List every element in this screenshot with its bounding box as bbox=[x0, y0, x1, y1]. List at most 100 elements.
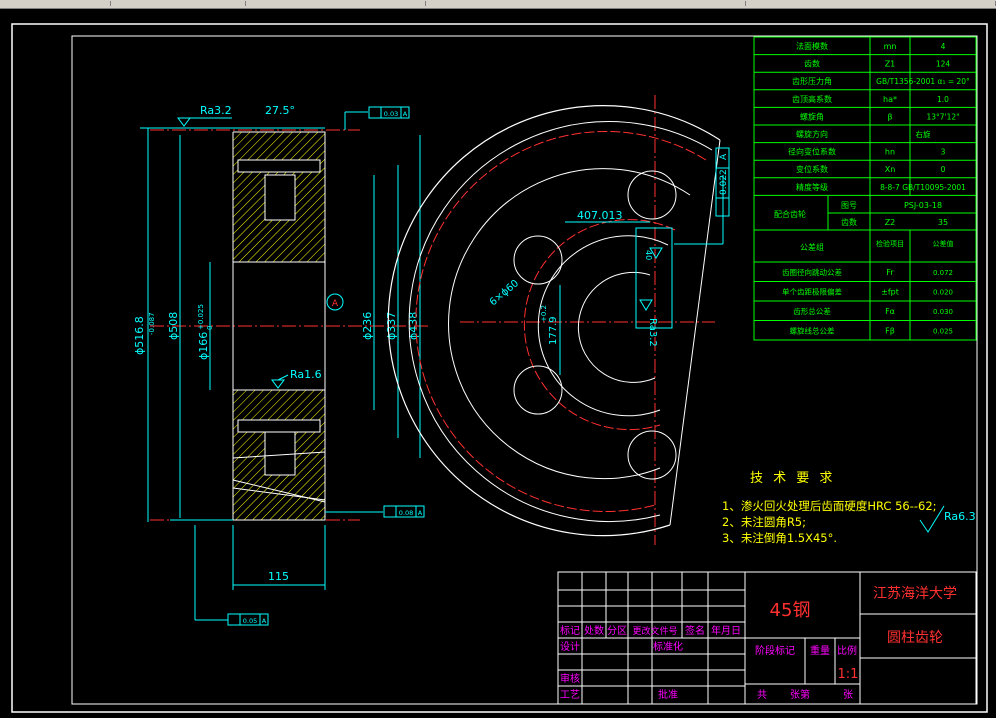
rim-gap-top bbox=[237, 159, 321, 173]
param-symbol: 右旋 bbox=[916, 129, 931, 139]
hole-dim: 6×ϕ60 bbox=[488, 278, 521, 308]
tol-value: 0.020 bbox=[933, 289, 953, 297]
tol-low-datum: A bbox=[262, 617, 267, 625]
stage-label: 阶段标记 bbox=[755, 644, 795, 657]
roughness-mid: Ra1.6 bbox=[290, 368, 322, 381]
param-symbol: 8-8-7 GB/T10095-2001 bbox=[880, 183, 966, 192]
design-label: 设计 bbox=[560, 640, 580, 653]
tol-symbol: Fβ bbox=[885, 327, 895, 336]
sheets-end: 张 bbox=[843, 689, 853, 701]
mate-fig-value: PSJ-03-18 bbox=[904, 201, 942, 210]
mate-teeth-value: 35 bbox=[938, 218, 948, 227]
param-name: 螺旋方向 bbox=[796, 129, 828, 139]
scale-value: 1:1 bbox=[838, 667, 859, 682]
keyway-width: 40 bbox=[644, 250, 653, 260]
tol-name: 螺旋线总公差 bbox=[790, 326, 835, 336]
lightening-hole bbox=[513, 365, 563, 415]
dia-pitch: ϕ508 bbox=[167, 312, 180, 340]
param-symbol: hn bbox=[885, 148, 895, 157]
hdr-sign: 签名 bbox=[685, 624, 705, 637]
approve-label: 批准 bbox=[658, 688, 678, 701]
drawing-sheet[interactable]: A 0.03 A 0.08 A 0.05 A Ra3.2 27.5° Ra1.6… bbox=[0, 0, 996, 718]
hdr-count: 处数 bbox=[584, 624, 604, 637]
mate-fig-label: 图号 bbox=[841, 201, 857, 210]
param-name: 法面模数 bbox=[796, 41, 828, 51]
tol-symbol: Fr bbox=[886, 268, 894, 277]
hdr-date: 年月日 bbox=[711, 624, 741, 637]
keyway-roughness: Ra3.2 bbox=[647, 318, 658, 347]
param-name: 齿顶高系数 bbox=[792, 94, 832, 104]
param-name: 齿数 bbox=[804, 59, 820, 69]
dia-bore-tol2: 0 bbox=[206, 326, 214, 330]
standardize-label: 标准化 bbox=[653, 640, 683, 653]
mate-teeth-symbol: Z2 bbox=[885, 218, 896, 227]
bore-arc bbox=[577, 271, 656, 383]
tol-group-label: 公差组 bbox=[800, 242, 824, 252]
note-line-2: 2、未注圆角R5; bbox=[722, 515, 806, 529]
part-name: 圆柱齿轮 bbox=[887, 630, 943, 646]
param-name: 螺旋角 bbox=[800, 111, 824, 121]
hdr-mark: 标记 bbox=[560, 625, 580, 637]
tol-symbol: Fα bbox=[885, 307, 895, 316]
lightening-hole bbox=[627, 430, 677, 480]
lightening-hole bbox=[513, 235, 563, 285]
dia-236: ϕ236 bbox=[361, 312, 374, 340]
hdr-zone: 分区 bbox=[607, 625, 627, 637]
process-label: 工艺 bbox=[560, 689, 580, 701]
tol-top-value: 0.03 bbox=[384, 110, 398, 118]
section-view: A 0.03 A 0.08 A 0.05 A Ra3.2 27.5° Ra1.6… bbox=[133, 104, 430, 626]
notes-title: 技 术 要 求 bbox=[750, 471, 835, 486]
weight-label: 重量 bbox=[810, 644, 830, 657]
dia-337: ϕ337 bbox=[385, 312, 398, 340]
param-symbol: Z1 bbox=[885, 60, 896, 69]
param-value: 13°7'12" bbox=[926, 112, 959, 121]
lightening-hole bbox=[627, 170, 677, 220]
rest-roughness: Ra6.3 bbox=[944, 510, 976, 523]
tol-right-value: 0.022 bbox=[719, 169, 729, 195]
tol-value: 0.072 bbox=[933, 269, 953, 277]
param-symbol: GB/T1356-2001 α₁ = 20° bbox=[876, 77, 970, 86]
param-symbol: Xn bbox=[885, 165, 896, 174]
tol-name: 齿形总公差 bbox=[793, 306, 831, 316]
gear-parameter-table: 法面模数 mn 4 齿数 Z1 124 齿形压力角 GB/T1356-2001 α₁ = 20… bbox=[753, 36, 977, 341]
tol-col3: 公差值 bbox=[933, 239, 954, 248]
outer-sheet-border bbox=[11, 23, 988, 713]
tol-value: 0.030 bbox=[933, 308, 953, 316]
param-name: 径向变位系数 bbox=[788, 147, 836, 157]
param-symbol: ha* bbox=[883, 95, 897, 104]
param-value: 4 bbox=[941, 42, 946, 51]
mate-label: 配合齿轮 bbox=[774, 209, 806, 219]
recess-top bbox=[264, 174, 296, 221]
keyway bbox=[635, 227, 673, 329]
dia-outer-tol: -0.087 bbox=[148, 312, 156, 335]
roughness-top: Ra3.2 bbox=[200, 104, 232, 117]
width-dim: 115 bbox=[268, 570, 289, 583]
rim-gap-bottom bbox=[237, 419, 321, 433]
tol-bottom-datum: A bbox=[418, 509, 423, 517]
param-value: 3 bbox=[941, 148, 946, 157]
note-line-3: 3、未注倒角1.5X45°. bbox=[722, 531, 837, 545]
param-name: 精度等级 bbox=[796, 182, 828, 192]
sheets-page: 张第 bbox=[790, 688, 810, 701]
param-value: 1.0 bbox=[937, 95, 949, 104]
param-value: 0 bbox=[941, 165, 946, 174]
datum-letter: A bbox=[332, 299, 339, 309]
school-name: 江苏海洋大学 bbox=[873, 586, 957, 602]
sheets-total: 共 bbox=[757, 689, 767, 701]
cut-edge bbox=[669, 139, 721, 526]
mate-teeth-label: 齿数 bbox=[841, 217, 857, 227]
tol-top-datum: A bbox=[403, 110, 408, 118]
dia-outer: ϕ516.8 bbox=[133, 316, 146, 355]
angle-top: 27.5° bbox=[265, 104, 295, 117]
technical-notes: 技 术 要 求 1、渗火回火处理后齿面硬度HRC 56--62; 2、未注圆角R… bbox=[722, 471, 976, 545]
tol-right-datum: A bbox=[719, 153, 729, 160]
tol-name: 齿圈径向跳动公差 bbox=[782, 267, 842, 277]
tol-bottom-value: 0.08 bbox=[399, 509, 413, 517]
scale-label: 比例 bbox=[837, 644, 857, 657]
chord-dim: 407.013 bbox=[577, 209, 623, 222]
face-view: 0.022 A 407.013 6×ϕ60 177.9 +0.2 40 Ra3.… bbox=[387, 95, 730, 545]
dia-bore: ϕ166 bbox=[197, 332, 210, 360]
dia-bore-tol: +0.025 bbox=[197, 304, 205, 330]
check-label: 审核 bbox=[560, 672, 580, 685]
material: 45钢 bbox=[770, 600, 811, 621]
